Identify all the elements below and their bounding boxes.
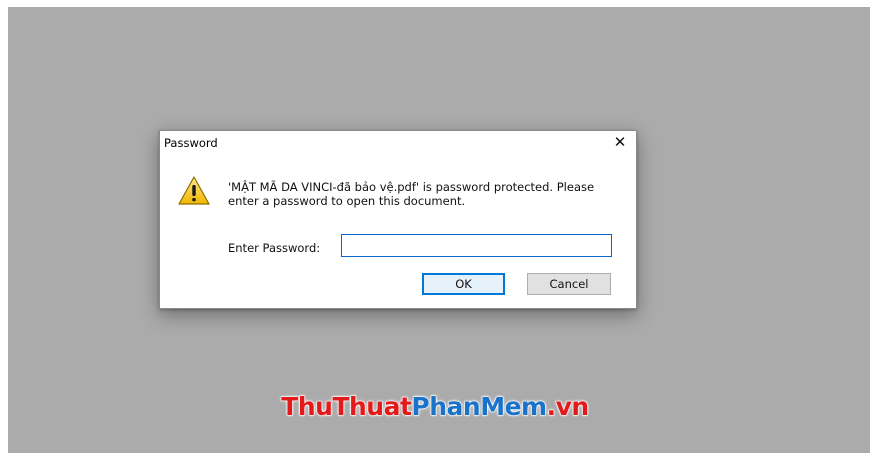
dialog-message: 'MẬT MÃ DA VINCI-đã bảo vệ.pdf' is passw… (228, 180, 595, 208)
watermark-part-1: ThuThuat (281, 392, 413, 422)
warning-triangle-icon (178, 176, 210, 205)
ok-button[interactable]: OK (422, 273, 505, 295)
watermark-logo: ThuThuatPhanMem.vn (0, 392, 870, 422)
close-icon[interactable]: ✕ (612, 134, 628, 150)
dialog-title: Password (164, 136, 218, 150)
cancel-button[interactable]: Cancel (527, 273, 611, 295)
password-dialog: Password ✕ 'MẬT MÃ DA VINCI-đã bảo vệ.pd… (159, 130, 637, 309)
password-input[interactable] (341, 234, 612, 257)
password-label: Enter Password: (228, 241, 321, 255)
watermark-part-3: .vn (546, 392, 590, 422)
watermark-part-2: PhanMem (411, 392, 548, 422)
